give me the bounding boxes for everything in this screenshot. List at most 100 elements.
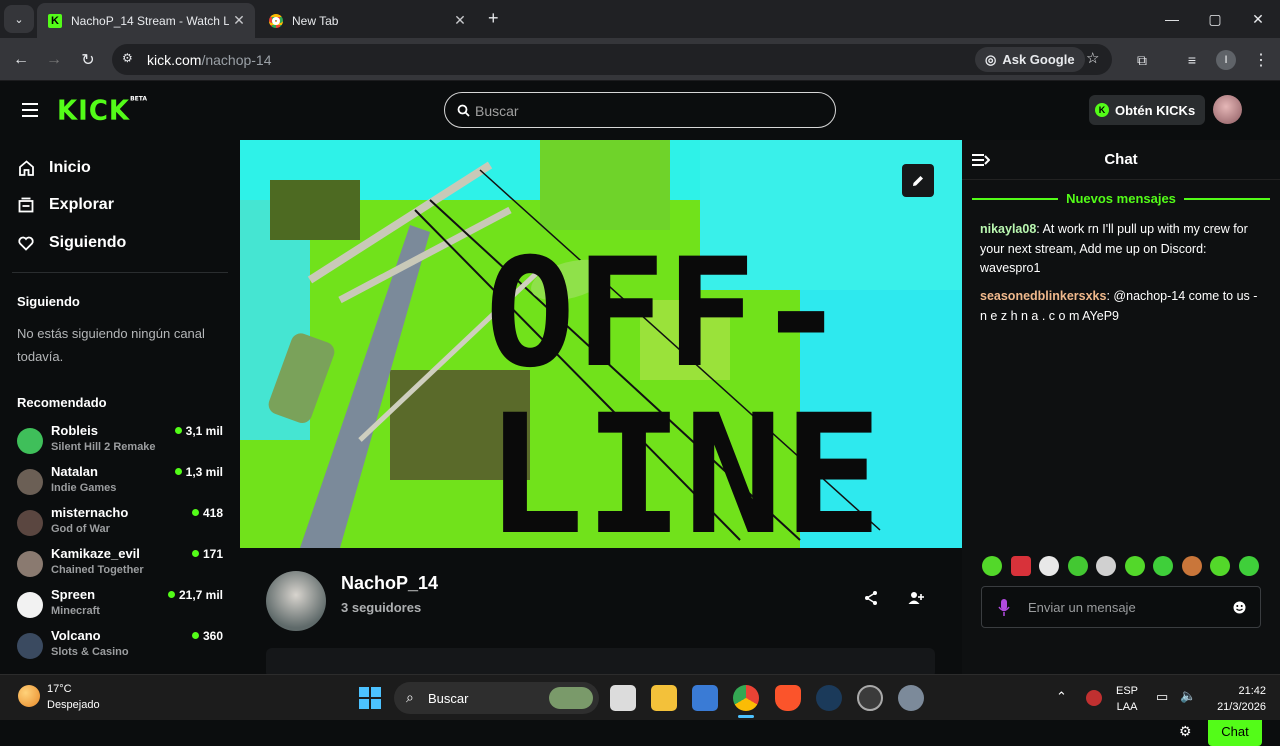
following-empty-text: No estás siguiendo ningún canal todavía.	[17, 326, 205, 364]
sidebar-item-siguiendo[interactable]: Siguiendo	[17, 231, 126, 255]
settings-icon[interactable]	[898, 685, 924, 711]
forward-arrow-icon[interactable]: →	[43, 49, 65, 71]
omnibox[interactable]: ⚙ kick.com/nachop-14 ◎ Ask Google ☆	[112, 44, 1112, 75]
minimize-button[interactable]: —	[1150, 0, 1194, 38]
file-viewer-icon[interactable]	[610, 685, 636, 711]
ask-google-label: Ask Google	[1002, 52, 1075, 67]
hamburger-menu-icon[interactable]	[22, 103, 38, 117]
bookmark-star-icon[interactable]: ☆	[1086, 49, 1099, 67]
chrome-icon[interactable]	[733, 685, 759, 711]
recommended-channel[interactable]: Robleis Silent Hill 2 Remake 3,1 mil	[17, 423, 227, 463]
recommended-channel[interactable]: misternacho God of War 418	[17, 505, 227, 545]
tab-new-tab[interactable]: New Tab ✕	[258, 3, 476, 38]
channel-name[interactable]: NachoP_14	[341, 573, 438, 594]
beta-badge: BETA	[130, 95, 148, 103]
chat-message-input[interactable]: Enviar un mensaje	[981, 586, 1261, 628]
microphone-icon[interactable]	[998, 599, 1010, 617]
reload-icon[interactable]: ↻	[77, 49, 99, 71]
tab-search-dropdown[interactable]: ⌄	[4, 5, 34, 33]
network-icon[interactable]: ▭	[1156, 689, 1168, 705]
volume-icon[interactable]: 🔈	[1180, 688, 1196, 704]
emote-icon[interactable]	[1239, 556, 1259, 576]
lang-code: ESP	[1116, 685, 1139, 697]
store-icon[interactable]	[692, 685, 718, 711]
emote-icon[interactable]	[1182, 556, 1202, 576]
media-controls-icon[interactable]: ≡	[1181, 49, 1203, 71]
emote-icon[interactable]	[1039, 556, 1059, 576]
channel-category: Silent Hill 2 Remake	[51, 441, 156, 453]
windows-start-icon[interactable]	[358, 686, 382, 710]
kick-logo[interactable]: KICKBETA	[57, 95, 147, 127]
recommended-channel[interactable]: Natalan Indie Games 1,3 mil	[17, 464, 227, 504]
share-icon[interactable]	[863, 590, 879, 606]
chat-username[interactable]: nikayla08	[980, 222, 1036, 236]
lens-icon: ◎	[985, 51, 997, 67]
edit-pencil-button[interactable]	[902, 164, 934, 197]
follow-user-icon[interactable]	[908, 590, 924, 606]
chevron-down-icon: ⌄	[14, 13, 24, 26]
recommended-channel[interactable]: Kamikaze_evil Chained Together 171	[17, 546, 227, 586]
profile-avatar[interactable]: I	[1216, 50, 1236, 70]
chat-send-button[interactable]: Chat	[1208, 716, 1262, 746]
emote-icon[interactable]	[1011, 556, 1031, 576]
new-tab-button[interactable]: +	[488, 8, 499, 29]
viewer-count: 360	[192, 629, 223, 643]
language-indicator[interactable]: ESP LAA	[1116, 683, 1138, 715]
url-host: kick.com	[147, 52, 202, 68]
user-avatar[interactable]	[1213, 95, 1242, 124]
weather-temp[interactable]: 17°C	[47, 683, 72, 695]
recommended-channel[interactable]: Volcano Slots & Casino 360	[17, 628, 227, 668]
channel-name: Robleis	[51, 423, 98, 438]
search-input[interactable]: Buscar	[444, 92, 836, 128]
recommended-heading: Recomendado	[17, 395, 107, 410]
emote-icon[interactable]	[1210, 556, 1230, 576]
tab-close-icon[interactable]: ✕	[229, 12, 249, 29]
recommended-channel[interactable]: Spreen Minecraft 21,7 mil	[17, 587, 227, 627]
sidebar-item-inicio[interactable]: Inicio	[17, 156, 91, 180]
brave-icon[interactable]	[775, 685, 801, 711]
url-path: /nachop-14	[201, 52, 272, 68]
emote-icon[interactable]	[1096, 556, 1116, 576]
search-icon: ⌕	[406, 689, 414, 705]
steam-icon[interactable]	[816, 685, 842, 711]
extensions-icon[interactable]: ⧉	[1131, 49, 1153, 71]
tab-kick[interactable]: K NachoP_14 Stream - Watch Live ✕	[37, 3, 255, 38]
windows-taskbar: 17°C Despejado ⌕ Buscar ⌃ ESP LAA ▭ 🔈 21:…	[0, 674, 1280, 720]
emote-icon[interactable]	[982, 556, 1002, 576]
url-text[interactable]: kick.com/nachop-14	[147, 52, 272, 68]
channel-name: Spreen	[51, 587, 96, 602]
emote-icon[interactable]	[1153, 556, 1173, 576]
emote-icon[interactable]	[1125, 556, 1145, 576]
app-icon[interactable]	[857, 685, 883, 711]
clock[interactable]: 21:42 21/3/2026	[1206, 683, 1266, 715]
chat-settings-gear-icon[interactable]: ⚙	[1179, 723, 1192, 740]
channel-avatar[interactable]	[266, 571, 326, 631]
back-arrow-icon[interactable]: ←	[10, 49, 32, 71]
weather-desc[interactable]: Despejado	[47, 699, 100, 711]
new-messages-divider[interactable]: Nuevos mensajes	[972, 191, 1270, 206]
video-player-offline[interactable]: OFF- LINE	[240, 140, 962, 548]
ask-google-button[interactable]: ◎ Ask Google	[975, 47, 1085, 72]
home-icon	[17, 160, 35, 176]
chat-username[interactable]: seasonedblinkersxks	[980, 289, 1106, 303]
tab-close-icon[interactable]: ✕	[450, 12, 470, 29]
channel-name: Kamikaze_evil	[51, 546, 140, 561]
chevron-up-icon[interactable]: ⌃	[1056, 689, 1067, 705]
weather-moon-icon[interactable]	[18, 685, 40, 707]
tab-title: NachoP_14 Stream - Watch Live	[71, 13, 229, 28]
get-kicks-button[interactable]: K Obtén KICKs	[1089, 95, 1206, 125]
channel-category: Minecraft	[51, 605, 100, 617]
site-settings-icon[interactable]: ⚙	[122, 51, 133, 65]
file-explorer-icon[interactable]	[651, 685, 677, 711]
emote-icon[interactable]	[1068, 556, 1088, 576]
menu-kebab-icon[interactable]: ⋮	[1250, 49, 1272, 71]
channel-category: Indie Games	[51, 482, 117, 494]
close-window-button[interactable]: ✕	[1236, 0, 1280, 38]
emoji-picker-icon[interactable]	[1233, 601, 1246, 614]
taskbar-search[interactable]: ⌕ Buscar	[394, 682, 599, 714]
tray-app-icon[interactable]	[1086, 690, 1102, 706]
sidebar-item-explorar[interactable]: Explorar	[17, 193, 114, 217]
get-kicks-label: Obtén KICKs	[1115, 102, 1196, 118]
maximize-button[interactable]: ▢	[1193, 0, 1237, 38]
avatar	[17, 428, 43, 454]
